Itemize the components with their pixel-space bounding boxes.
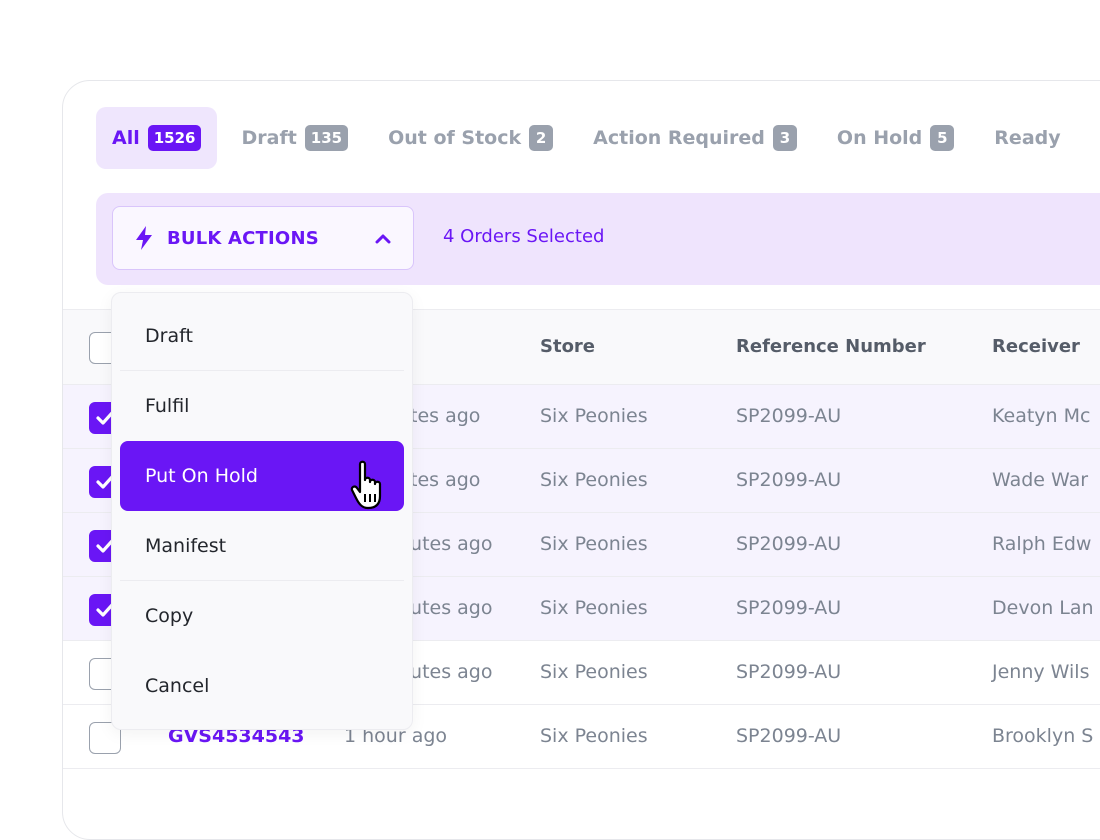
reference-number: SP2099-AU: [736, 597, 842, 619]
store-name: Six Peonies: [540, 597, 648, 619]
tab-label: Action Required: [593, 127, 765, 149]
header-receiver: Receiver: [992, 336, 1080, 357]
store-name: Six Peonies: [540, 725, 648, 747]
header-store: Store: [540, 336, 596, 357]
chevron-up-icon: [375, 234, 391, 244]
reference-number: SP2099-AU: [736, 725, 842, 747]
header-reference: Reference Number: [736, 336, 926, 357]
tab-label: Ready: [994, 127, 1061, 149]
tab-label: Out of Stock: [388, 127, 522, 149]
bulk-action-bar: BULK ACTIONS 4 Orders Selected: [96, 193, 1100, 285]
tab-out-of-stock[interactable]: Out of Stock 2: [372, 107, 569, 169]
tab-ready[interactable]: Ready: [978, 107, 1076, 169]
bulk-actions-button[interactable]: BULK ACTIONS: [112, 206, 414, 270]
menu-item-cancel[interactable]: Cancel: [120, 651, 404, 721]
receiver-name: Keatyn Mc: [992, 405, 1091, 427]
store-name: Six Peonies: [540, 661, 648, 683]
tab-count-badge: 135: [304, 125, 349, 151]
bulk-actions-menu: Draft Fulfil Put On Hold Manifest Copy C…: [111, 292, 413, 730]
reference-number: SP2099-AU: [736, 661, 842, 683]
store-name: Six Peonies: [540, 469, 648, 491]
store-name: Six Peonies: [540, 405, 648, 427]
tab-label: On Hold: [836, 127, 923, 149]
tab-count-badge: 2: [529, 125, 554, 151]
reference-number: SP2099-AU: [736, 533, 842, 555]
receiver-name: Devon Lan: [992, 597, 1094, 619]
receiver-name: Jenny Wils: [992, 661, 1090, 683]
menu-item-manifest[interactable]: Manifest: [120, 511, 404, 581]
tab-action-required[interactable]: Action Required 3: [577, 107, 813, 169]
menu-item-copy[interactable]: Copy: [120, 581, 404, 651]
tab-count-badge: 3: [772, 125, 797, 151]
menu-item-fulfil[interactable]: Fulfil: [120, 371, 404, 441]
store-name: Six Peonies: [540, 533, 648, 555]
receiver-name: Brooklyn S: [992, 725, 1094, 747]
tab-label: All: [112, 127, 140, 149]
status-tabs: All 1526 Draft 135 Out of Stock 2 Action Re…: [96, 107, 1085, 169]
reference-number: SP2099-AU: [736, 405, 842, 427]
reference-number: SP2099-AU: [736, 469, 842, 491]
tab-count-badge: 1526: [147, 125, 202, 151]
bulk-actions-label: BULK ACTIONS: [167, 227, 319, 249]
tab-count-badge: 5: [930, 125, 955, 151]
tab-label: Draft: [241, 127, 297, 149]
lightning-icon: [136, 226, 152, 250]
tab-draft[interactable]: Draft 135: [225, 107, 364, 169]
menu-item-put-on-hold[interactable]: Put On Hold: [120, 441, 404, 511]
receiver-name: Wade War: [992, 469, 1089, 491]
menu-item-draft[interactable]: Draft: [120, 301, 404, 371]
selection-count: 4 Orders Selected: [443, 226, 605, 247]
receiver-name: Ralph Edw: [992, 533, 1092, 555]
tab-on-hold[interactable]: On Hold 5: [821, 107, 970, 169]
tab-all[interactable]: All 1526: [96, 107, 218, 169]
